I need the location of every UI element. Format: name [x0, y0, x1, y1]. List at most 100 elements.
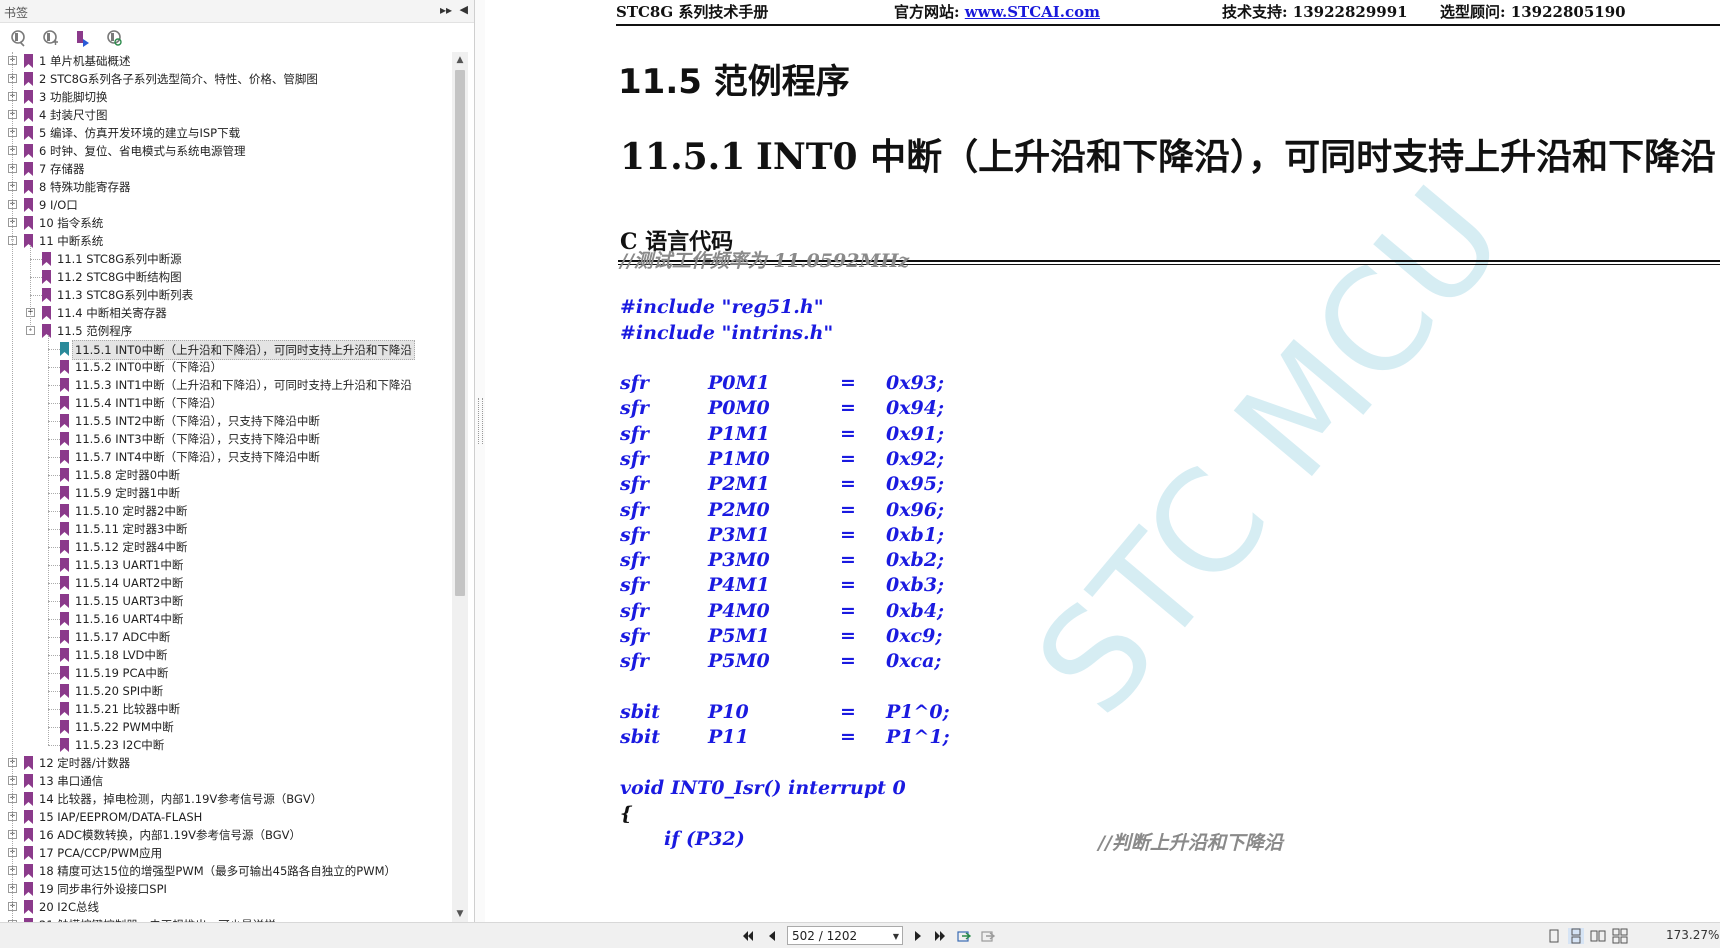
- bookmark-item[interactable]: 11.3 STC8G系列中断列表: [0, 286, 452, 304]
- bookmark-item[interactable]: 11.5.18 LVD中断: [0, 646, 452, 664]
- bookmark-item[interactable]: 11.5.21 比较器中断: [0, 700, 452, 718]
- bookmark-item[interactable]: 11.5.3 INT1中断（上升沿和下降沿），可同时支持上升沿和下降沿: [0, 376, 452, 394]
- bookmark-item[interactable]: +10 指令系统: [0, 214, 452, 232]
- bookmark-item[interactable]: +6 时钟、复位、省电模式与系统电源管理: [0, 142, 452, 160]
- bookmark-item[interactable]: +1 单片机基础概述: [0, 52, 452, 70]
- bookmark-item[interactable]: 11.5.16 UART4中断: [0, 610, 452, 628]
- bookmark-item[interactable]: 11.5.6 INT3中断（下降沿），只支持下降沿中断: [0, 430, 452, 448]
- single-page-view-icon[interactable]: [1546, 928, 1562, 944]
- sfr-cell: sfr: [620, 447, 649, 470]
- bookmark-item[interactable]: +9 I/O口: [0, 196, 452, 214]
- panel-splitter[interactable]: [475, 0, 485, 922]
- bookmark-item[interactable]: +14 比较器，掉电检测，内部1.19V参考信号源（BGV）: [0, 790, 452, 808]
- bookmark-item[interactable]: +5 编译、仿真开发环境的建立与ISP下载: [0, 124, 452, 142]
- bookmark-label: 11.5.2 INT0中断（下降沿）: [75, 360, 223, 374]
- bookmark-item[interactable]: 11.5.10 定时器2中断: [0, 502, 452, 520]
- bookmark-item[interactable]: +15 IAP/EEPROM/DATA-FLASH: [0, 808, 452, 826]
- bookmark-item[interactable]: +13 串口通信: [0, 772, 452, 790]
- sfr-cell: P4M1: [708, 574, 770, 597]
- last-page-icon[interactable]: [932, 928, 948, 944]
- header-manual-title: STC8G 系列技术手册: [616, 3, 769, 21]
- first-page-icon[interactable]: [740, 928, 756, 944]
- goto-bookmark-icon[interactable]: [72, 28, 94, 48]
- bookmarks-panel: 书签 ▸▸ ◀ +1 单片机基础概述 +2 STC8G系列各子系列选型简介、特性、…: [0, 0, 475, 922]
- bookmark-item[interactable]: -11 中断系统: [0, 232, 452, 250]
- scroll-down-icon[interactable]: ▼: [452, 906, 468, 922]
- page-number-field[interactable]: 502 / 1202 ▼: [787, 926, 903, 945]
- scroll-up-icon[interactable]: ▲: [452, 52, 468, 68]
- bookmark-item[interactable]: +3 功能脚切换: [0, 88, 452, 106]
- chevron-down-icon[interactable]: ▼: [893, 927, 899, 946]
- zoom-level[interactable]: 173.27%: [1666, 928, 1719, 942]
- bookmark-item[interactable]: +17 PCA/CCP/PWM应用: [0, 844, 452, 862]
- go-forward-icon[interactable]: [980, 928, 996, 944]
- bookmark-item[interactable]: +2 STC8G系列各子系列选型简介、特性、价格、管脚图: [0, 70, 452, 88]
- bookmark-item[interactable]: 11.5.2 INT0中断（下降沿）: [0, 358, 452, 376]
- bookmark-label: 11.5.4 INT1中断（下降沿）: [75, 396, 223, 410]
- expand-bookmark-icon[interactable]: [40, 28, 62, 48]
- status-bar: 502 / 1202 ▼ 173.27%: [0, 922, 1720, 948]
- bookmark-item[interactable]: 11.5.1 INT0中断（上升沿和下降沿），可同时支持上升沿和下降沿: [0, 340, 452, 360]
- next-page-icon[interactable]: [910, 928, 926, 944]
- sbit-cell: =: [840, 701, 856, 723]
- sfr-cell: sfr: [620, 523, 649, 546]
- bookmark-item[interactable]: 11.5.19 PCA中断: [0, 664, 452, 682]
- bookmark-item[interactable]: 11.5.15 UART3中断: [0, 592, 452, 610]
- bookmark-item[interactable]: +12 定时器/计数器: [0, 754, 452, 772]
- sfr-cell: sfr: [620, 599, 649, 622]
- go-back-icon[interactable]: [956, 928, 972, 944]
- bookmark-item[interactable]: 11.2 STC8G中断结构图: [0, 268, 452, 286]
- sfr-cell: sfr: [620, 372, 649, 394]
- subsection-number: 11.5.1: [620, 136, 746, 178]
- sfr-cell: 0xb3;: [886, 574, 945, 597]
- scrollbar-thumb[interactable]: [455, 70, 465, 596]
- bookmark-item[interactable]: +8 特殊功能寄存器: [0, 178, 452, 196]
- sfr-cell: sfr: [620, 625, 649, 647]
- close-panel-icon[interactable]: ◀: [460, 3, 468, 16]
- bookmark-item[interactable]: 11.5.8 定时器0中断: [0, 466, 452, 484]
- bookmark-item[interactable]: +16 ADC模数转换，内部1.19V参考信号源（BGV）: [0, 826, 452, 844]
- bookmark-item[interactable]: 11.5.14 UART2中断: [0, 574, 452, 592]
- bookmark-item[interactable]: +4 封装尺寸图: [0, 106, 452, 124]
- bookmark-label: 13 串口通信: [39, 774, 104, 788]
- bookmark-item[interactable]: 11.5.12 定时器4中断: [0, 538, 452, 556]
- prev-page-icon[interactable]: [764, 928, 780, 944]
- bookmark-item[interactable]: +19 同步串行外设接口SPI: [0, 880, 452, 898]
- bookmark-item[interactable]: 11.5.13 UART1中断: [0, 556, 452, 574]
- document-view[interactable]: STC MCU STC8G 系列技术手册 官方网站: www.STCAI.com…: [486, 0, 1720, 922]
- bookmark-item[interactable]: 11.5.20 SPI中断: [0, 682, 452, 700]
- website-link[interactable]: www.STCAI.com: [965, 3, 1100, 21]
- bookmark-item[interactable]: +20 I2C总线: [0, 898, 452, 916]
- bookmark-item[interactable]: 11.5.7 INT4中断（下降沿），只支持下降沿中断: [0, 448, 452, 466]
- bookmark-item[interactable]: +7 存储器: [0, 160, 452, 178]
- bookmark-item[interactable]: 11.5.17 ADC中断: [0, 628, 452, 646]
- bookmark-item[interactable]: -11.5 范例程序: [0, 322, 452, 340]
- bookmark-item[interactable]: 11.5.11 定时器3中断: [0, 520, 452, 538]
- splitter-grip[interactable]: [478, 398, 483, 444]
- tree-connector: [48, 745, 60, 746]
- tree-connector: [48, 475, 60, 476]
- bookmark-item[interactable]: 11.1 STC8G系列中断源: [0, 250, 452, 268]
- bookmark-label: 18 精度可达15位的增强型PWM（最多可输出45路各自独立的PWM）: [39, 864, 397, 878]
- find-bookmark-icon[interactable]: [104, 28, 126, 48]
- bookmark-item[interactable]: 11.5.22 PWM中断: [0, 718, 452, 736]
- bookmark-item[interactable]: +11.4 中断相关寄存器: [0, 304, 452, 322]
- bookmark-item[interactable]: +18 精度可达15位的增强型PWM（最多可输出45路各自独立的PWM）: [0, 862, 452, 880]
- bookmark-item[interactable]: 11.5.5 INT2中断（下降沿），只支持下降沿中断: [0, 412, 452, 430]
- bookmark-item[interactable]: 11.5.9 定时器1中断: [0, 484, 452, 502]
- bookmark-item[interactable]: 11.5.4 INT1中断（下降沿）: [0, 394, 452, 412]
- tree-connector: [48, 727, 60, 728]
- collapse-panel-icon[interactable]: ▸▸: [440, 3, 452, 17]
- bookmark-item[interactable]: 11.5.23 I2C中断: [0, 736, 452, 754]
- sfr-cell: =: [840, 625, 856, 647]
- sbit-cell: P1^1;: [886, 726, 950, 749]
- bookmark-options-icon[interactable]: [8, 28, 30, 48]
- bookmark-label: 14 比较器，掉电检测，内部1.19V参考信号源（BGV）: [39, 792, 323, 806]
- continuous-facing-view-icon[interactable]: [1612, 928, 1628, 944]
- continuous-view-icon[interactable]: [1568, 928, 1584, 944]
- bookmark-icon: [24, 900, 33, 914]
- bookmark-icon: [60, 630, 69, 644]
- bookmarks-scrollbar[interactable]: ▲ ▼: [452, 52, 468, 922]
- facing-view-icon[interactable]: [1590, 928, 1606, 944]
- bookmark-label: 11.5.22 PWM中断: [75, 720, 174, 734]
